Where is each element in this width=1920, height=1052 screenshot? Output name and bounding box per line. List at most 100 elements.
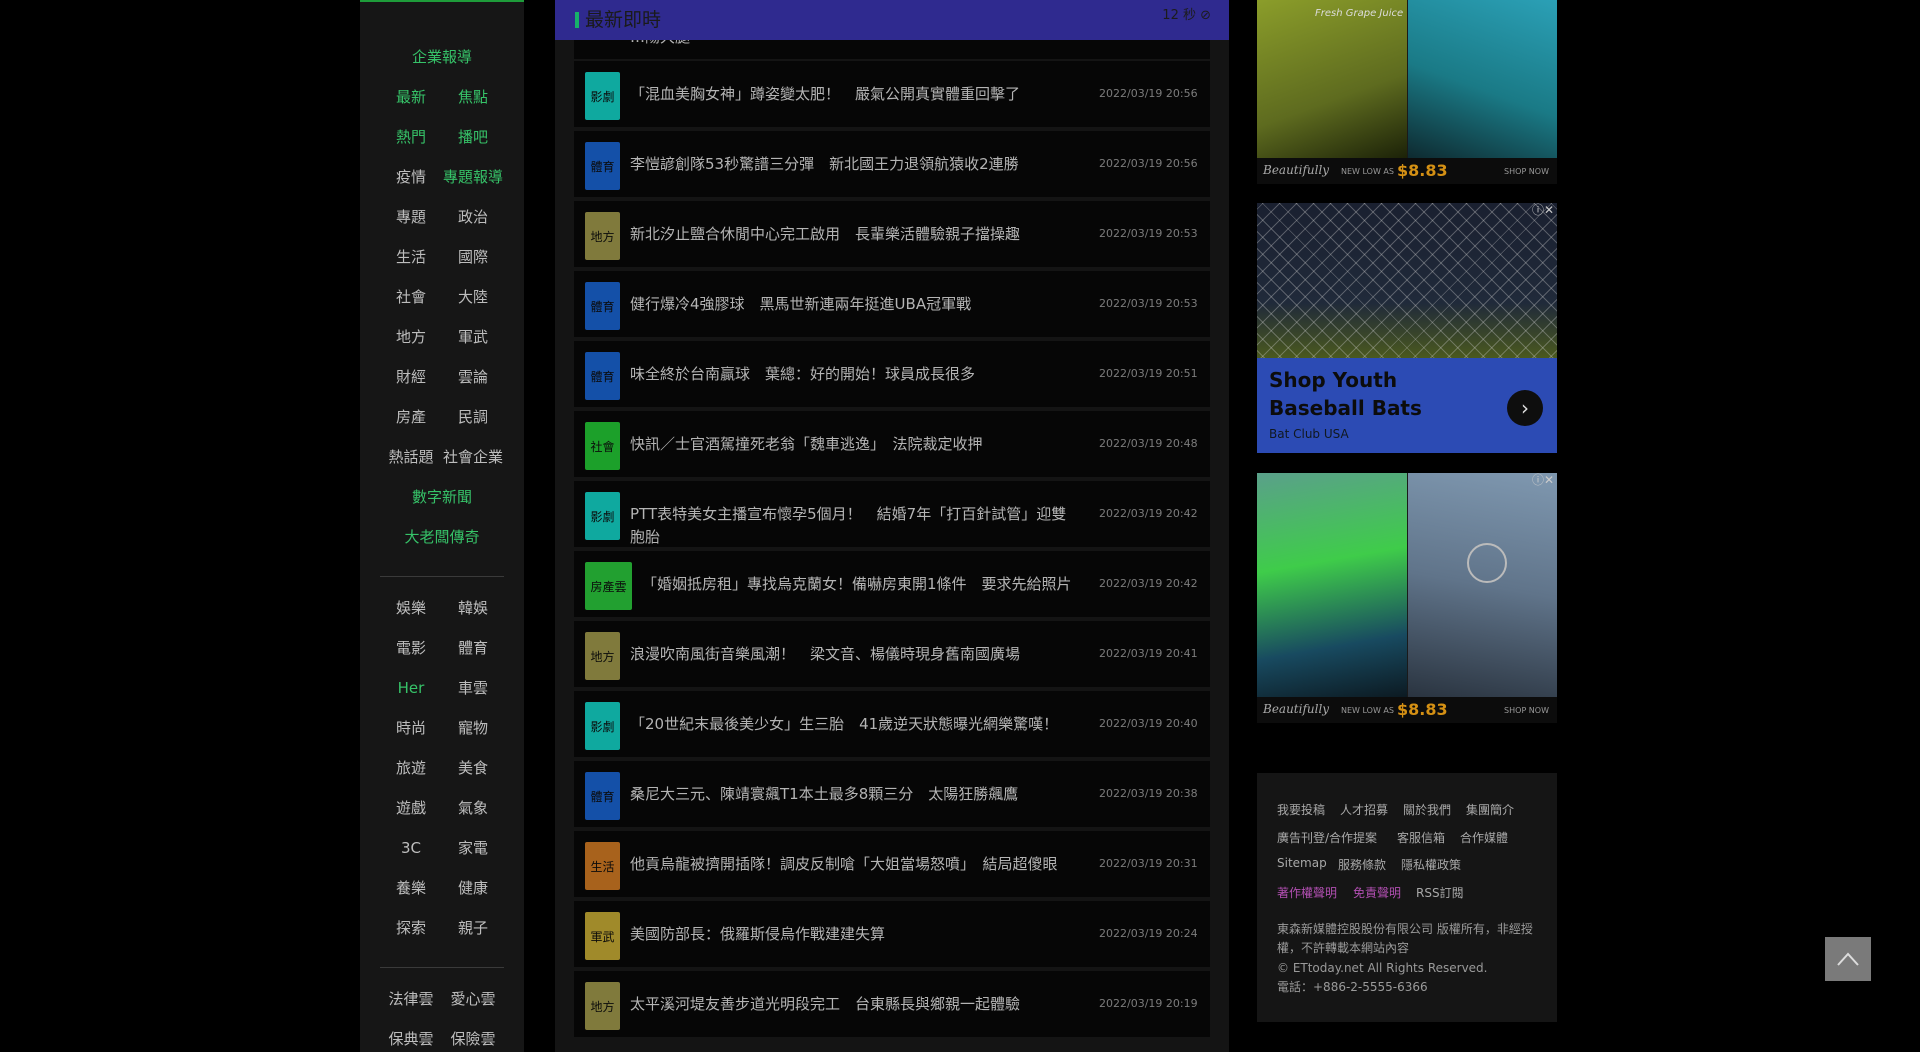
- chevron-right-icon[interactable]: ›: [1507, 390, 1543, 426]
- nav-china[interactable]: 大陸: [458, 287, 488, 307]
- category-badge[interactable]: 體育: [585, 772, 620, 820]
- news-row[interactable]: 體育 味全終於台南贏球 葉總：好的開始！球員成長很多 2022/03/19 20:5…: [574, 341, 1210, 407]
- news-row[interactable]: 地方 浪漫吹南風街音樂風潮！ 梁文音、楊儀時現身舊南國廣場 2022/03/19 2…: [574, 621, 1210, 687]
- nav-law-cloud[interactable]: 法律雲: [388, 989, 433, 1009]
- news-row[interactable]: 影劇 「混血美胸女神」蹲姿變太肥！ 嚴氣公開真實體重回擊了 2022/03/19 2…: [574, 61, 1210, 127]
- news-headline[interactable]: 「混血美胸女神」蹲姿變太肥！ 嚴氣公開真實體重回擊了: [630, 83, 1070, 106]
- news-headline[interactable]: 健行爆冷4強膠球 黑馬世新連兩年挺進UBA冠軍戰: [630, 293, 1070, 316]
- nav-korean-ent[interactable]: 韓娛: [458, 598, 488, 618]
- news-headline[interactable]: 味全終於台南贏球 葉總：好的開始！球員成長很多: [630, 363, 1070, 386]
- category-badge[interactable]: 軍武: [585, 912, 620, 960]
- nav-explore[interactable]: 探索: [396, 918, 426, 938]
- news-row[interactable]: 影劇 「20世紀末最後美少女」生三胎 41歲逆天狀態曝光網樂驚嘆！ 2022/03/…: [574, 691, 1210, 757]
- nav-finance[interactable]: 財經: [396, 367, 426, 387]
- news-row[interactable]: 房產雲 「婚姻抵房租」專找烏克蘭女！備嚇房東開1條件 要求先給照片 2022/03/…: [574, 551, 1210, 617]
- nav-food[interactable]: 美食: [458, 758, 488, 778]
- category-badge[interactable]: 地方: [585, 632, 620, 680]
- news-headline[interactable]: 「婚姻抵房租」專找烏克蘭女！備嚇房東開1條件 要求先給照片: [642, 573, 1072, 596]
- news-headline[interactable]: 新北汐止鹽合休閒中心完工啟用 長輩樂活體驗親子擋操趣: [630, 223, 1070, 246]
- news-row[interactable]: 生活 他貢烏龍被擠開插隊！調皮反制嗆「大姐當場怒噴」 結局超傻眼 2022/03/1…: [574, 831, 1210, 897]
- nav-enterprise[interactable]: 企業報導: [412, 47, 472, 67]
- news-row[interactable]: 影劇 PTT表特美女主播宣布懷孕5個月！ 結婚7年「打百針試管」迎雙胞胎 2022/…: [574, 481, 1210, 547]
- footer-link-disclaimer[interactable]: 免責聲明: [1353, 884, 1401, 901]
- nav-insurance-cloud[interactable]: 保險雲: [450, 1029, 495, 1049]
- nav-parenting[interactable]: 親子: [458, 918, 488, 938]
- ad-headline[interactable]: Shop Youth Baseball Bats: [1269, 366, 1479, 422]
- ad-shop-now[interactable]: SHOP NOW: [1504, 167, 1549, 176]
- nav-topics[interactable]: 專題: [396, 207, 426, 227]
- category-badge[interactable]: 生活: [585, 842, 620, 890]
- news-headline[interactable]: 快訊／士官酒駕撞死老翁「魏車逃逸」 法院裁定收押: [630, 433, 1070, 456]
- baseball-bats-ad[interactable]: ⓘ✕ Shop Youth Baseball Bats Bat Club USA…: [1257, 203, 1557, 453]
- nav-health[interactable]: 健康: [458, 878, 488, 898]
- footer-link-sitemap[interactable]: Sitemap: [1277, 856, 1327, 870]
- nav-hot[interactable]: 熱門: [396, 127, 426, 147]
- fashion-ad-top[interactable]: Fresh Grape Juice Beautifully NEW LOW AS…: [1257, 0, 1557, 184]
- footer-link-about[interactable]: 關於我們: [1403, 801, 1451, 818]
- ad-close-icon[interactable]: ⓘ✕: [1532, 203, 1554, 217]
- nav-opinion[interactable]: 雲論: [458, 367, 488, 387]
- nav-fashion[interactable]: 時尚: [396, 718, 426, 738]
- nav-focus[interactable]: 焦點: [458, 87, 488, 107]
- news-headline[interactable]: 桑尼大三元、陳靖寰飆T1本土最多8顆三分 太陽狂勝飆鷹: [630, 783, 1070, 806]
- nav-pandemic[interactable]: 疫情: [396, 167, 426, 187]
- news-row[interactable]: 地方 新北汐止鹽合休閒中心完工啟用 長輩樂活體驗親子擋操趣 2022/03/19 2…: [574, 201, 1210, 267]
- nav-entertainment[interactable]: 娛樂: [396, 598, 426, 618]
- fashion-ad-bottom[interactable]: ⓘ✕ Beautifully NEW LOW AS $8.83 SHOP NOW: [1257, 473, 1557, 723]
- news-row[interactable]: 體育 健行爆冷4強膠球 黑馬世新連兩年挺進UBA冠軍戰 2022/03/19 20:…: [574, 271, 1210, 337]
- news-headline[interactable]: PTT表特美女主播宣布懷孕5個月！ 結婚7年「打百針試管」迎雙胞胎: [630, 503, 1070, 549]
- news-headline[interactable]: 「20世紀末最後美少女」生三胎 41歲逆天狀態曝光網樂驚嘆！: [630, 713, 1070, 736]
- nav-hot-topics[interactable]: 熱話題: [388, 447, 433, 467]
- news-row[interactable]: 地方 太平溪河堤友善步道光明段完工 台東縣長與鄉親一起體驗 2022/03/19 2…: [574, 971, 1210, 1037]
- category-badge[interactable]: 體育: [585, 352, 620, 400]
- category-badge[interactable]: 社會: [585, 422, 620, 470]
- nav-charity-cloud[interactable]: 愛心雲: [450, 989, 495, 1009]
- news-row[interactable]: 社會 快訊／士官酒駕撞死老翁「魏車逃逸」 法院裁定收押 2022/03/19 20:…: [574, 411, 1210, 477]
- nav-social-enterprise[interactable]: 社會企業: [443, 447, 503, 467]
- nav-poll[interactable]: 民調: [458, 407, 488, 427]
- nav-movies[interactable]: 電影: [396, 638, 426, 658]
- nav-games[interactable]: 遊戲: [396, 798, 426, 818]
- news-headline[interactable]: 太平溪河堤友善步道光明段完工 台東縣長與鄉親一起體驗: [630, 993, 1070, 1016]
- nav-life[interactable]: 生活: [396, 247, 426, 267]
- news-headline[interactable]: 李愷諺創隊53秒驚譜三分彈 新北國王力退領航猿收2連勝: [630, 153, 1070, 176]
- nav-society[interactable]: 社會: [396, 287, 426, 307]
- refresh-timer-control[interactable]: 12 秒 ⊘: [1162, 8, 1211, 24]
- nav-appliances[interactable]: 家電: [458, 838, 488, 858]
- nav-local[interactable]: 地方: [396, 327, 426, 347]
- nav-special-report[interactable]: 專題報導: [443, 167, 503, 187]
- footer-link-advertise[interactable]: 廣告刊登/合作提案: [1277, 829, 1377, 846]
- nav-weather[interactable]: 氣象: [458, 798, 488, 818]
- nav-play[interactable]: 播吧: [458, 127, 488, 147]
- category-badge[interactable]: 影劇: [585, 72, 620, 120]
- news-row[interactable]: 軍武 美國防部長：俄羅斯侵烏作戰建建失算 2022/03/19 20:24: [574, 901, 1210, 967]
- news-row[interactable]: 體育 李愷諺創隊53秒驚譜三分彈 新北國王力退領航猿收2連勝 2022/03/19 …: [574, 131, 1210, 197]
- news-headline[interactable]: 浪漫吹南風街音樂風潮！ 梁文音、楊儀時現身舊南國廣場: [630, 643, 1070, 666]
- footer-link-careers[interactable]: 人才招募: [1340, 801, 1388, 818]
- nav-politics[interactable]: 政治: [458, 207, 488, 227]
- category-badge[interactable]: 體育: [585, 142, 620, 190]
- nav-property[interactable]: 房產: [396, 407, 426, 427]
- nav-ceremony-cloud[interactable]: 保典雲: [388, 1029, 433, 1049]
- footer-link-submit[interactable]: 我要投稿: [1277, 801, 1325, 818]
- category-badge[interactable]: 地方: [585, 982, 620, 1030]
- nav-sports[interactable]: 體育: [458, 638, 488, 658]
- footer-link-copyright[interactable]: 著作權聲明: [1277, 884, 1337, 901]
- category-badge[interactable]: 影劇: [585, 702, 620, 750]
- ad-shop-now[interactable]: SHOP NOW: [1504, 706, 1549, 715]
- nav-her[interactable]: Her: [398, 678, 425, 698]
- footer-link-partners[interactable]: 合作媒體: [1460, 829, 1508, 846]
- back-to-top-button[interactable]: [1825, 937, 1871, 981]
- category-badge[interactable]: 體育: [585, 282, 620, 330]
- news-headline[interactable]: 他貢烏龍被擠開插隊！調皮反制嗆「大姐當場怒噴」 結局超傻眼: [630, 853, 1070, 876]
- nav-pets[interactable]: 寵物: [458, 718, 488, 738]
- nav-boss-legend[interactable]: 大老闆傳奇: [404, 527, 479, 547]
- nav-leisure[interactable]: 養樂: [396, 878, 426, 898]
- nav-digital-news[interactable]: 數字新聞: [412, 487, 472, 507]
- ad-close-icon[interactable]: ⓘ✕: [1532, 473, 1554, 487]
- nav-latest[interactable]: 最新: [396, 87, 426, 107]
- nav-military[interactable]: 軍武: [458, 327, 488, 347]
- nav-cars[interactable]: 車雲: [458, 678, 488, 698]
- category-badge[interactable]: 房產雲: [585, 562, 632, 610]
- nav-3c[interactable]: 3C: [401, 838, 421, 858]
